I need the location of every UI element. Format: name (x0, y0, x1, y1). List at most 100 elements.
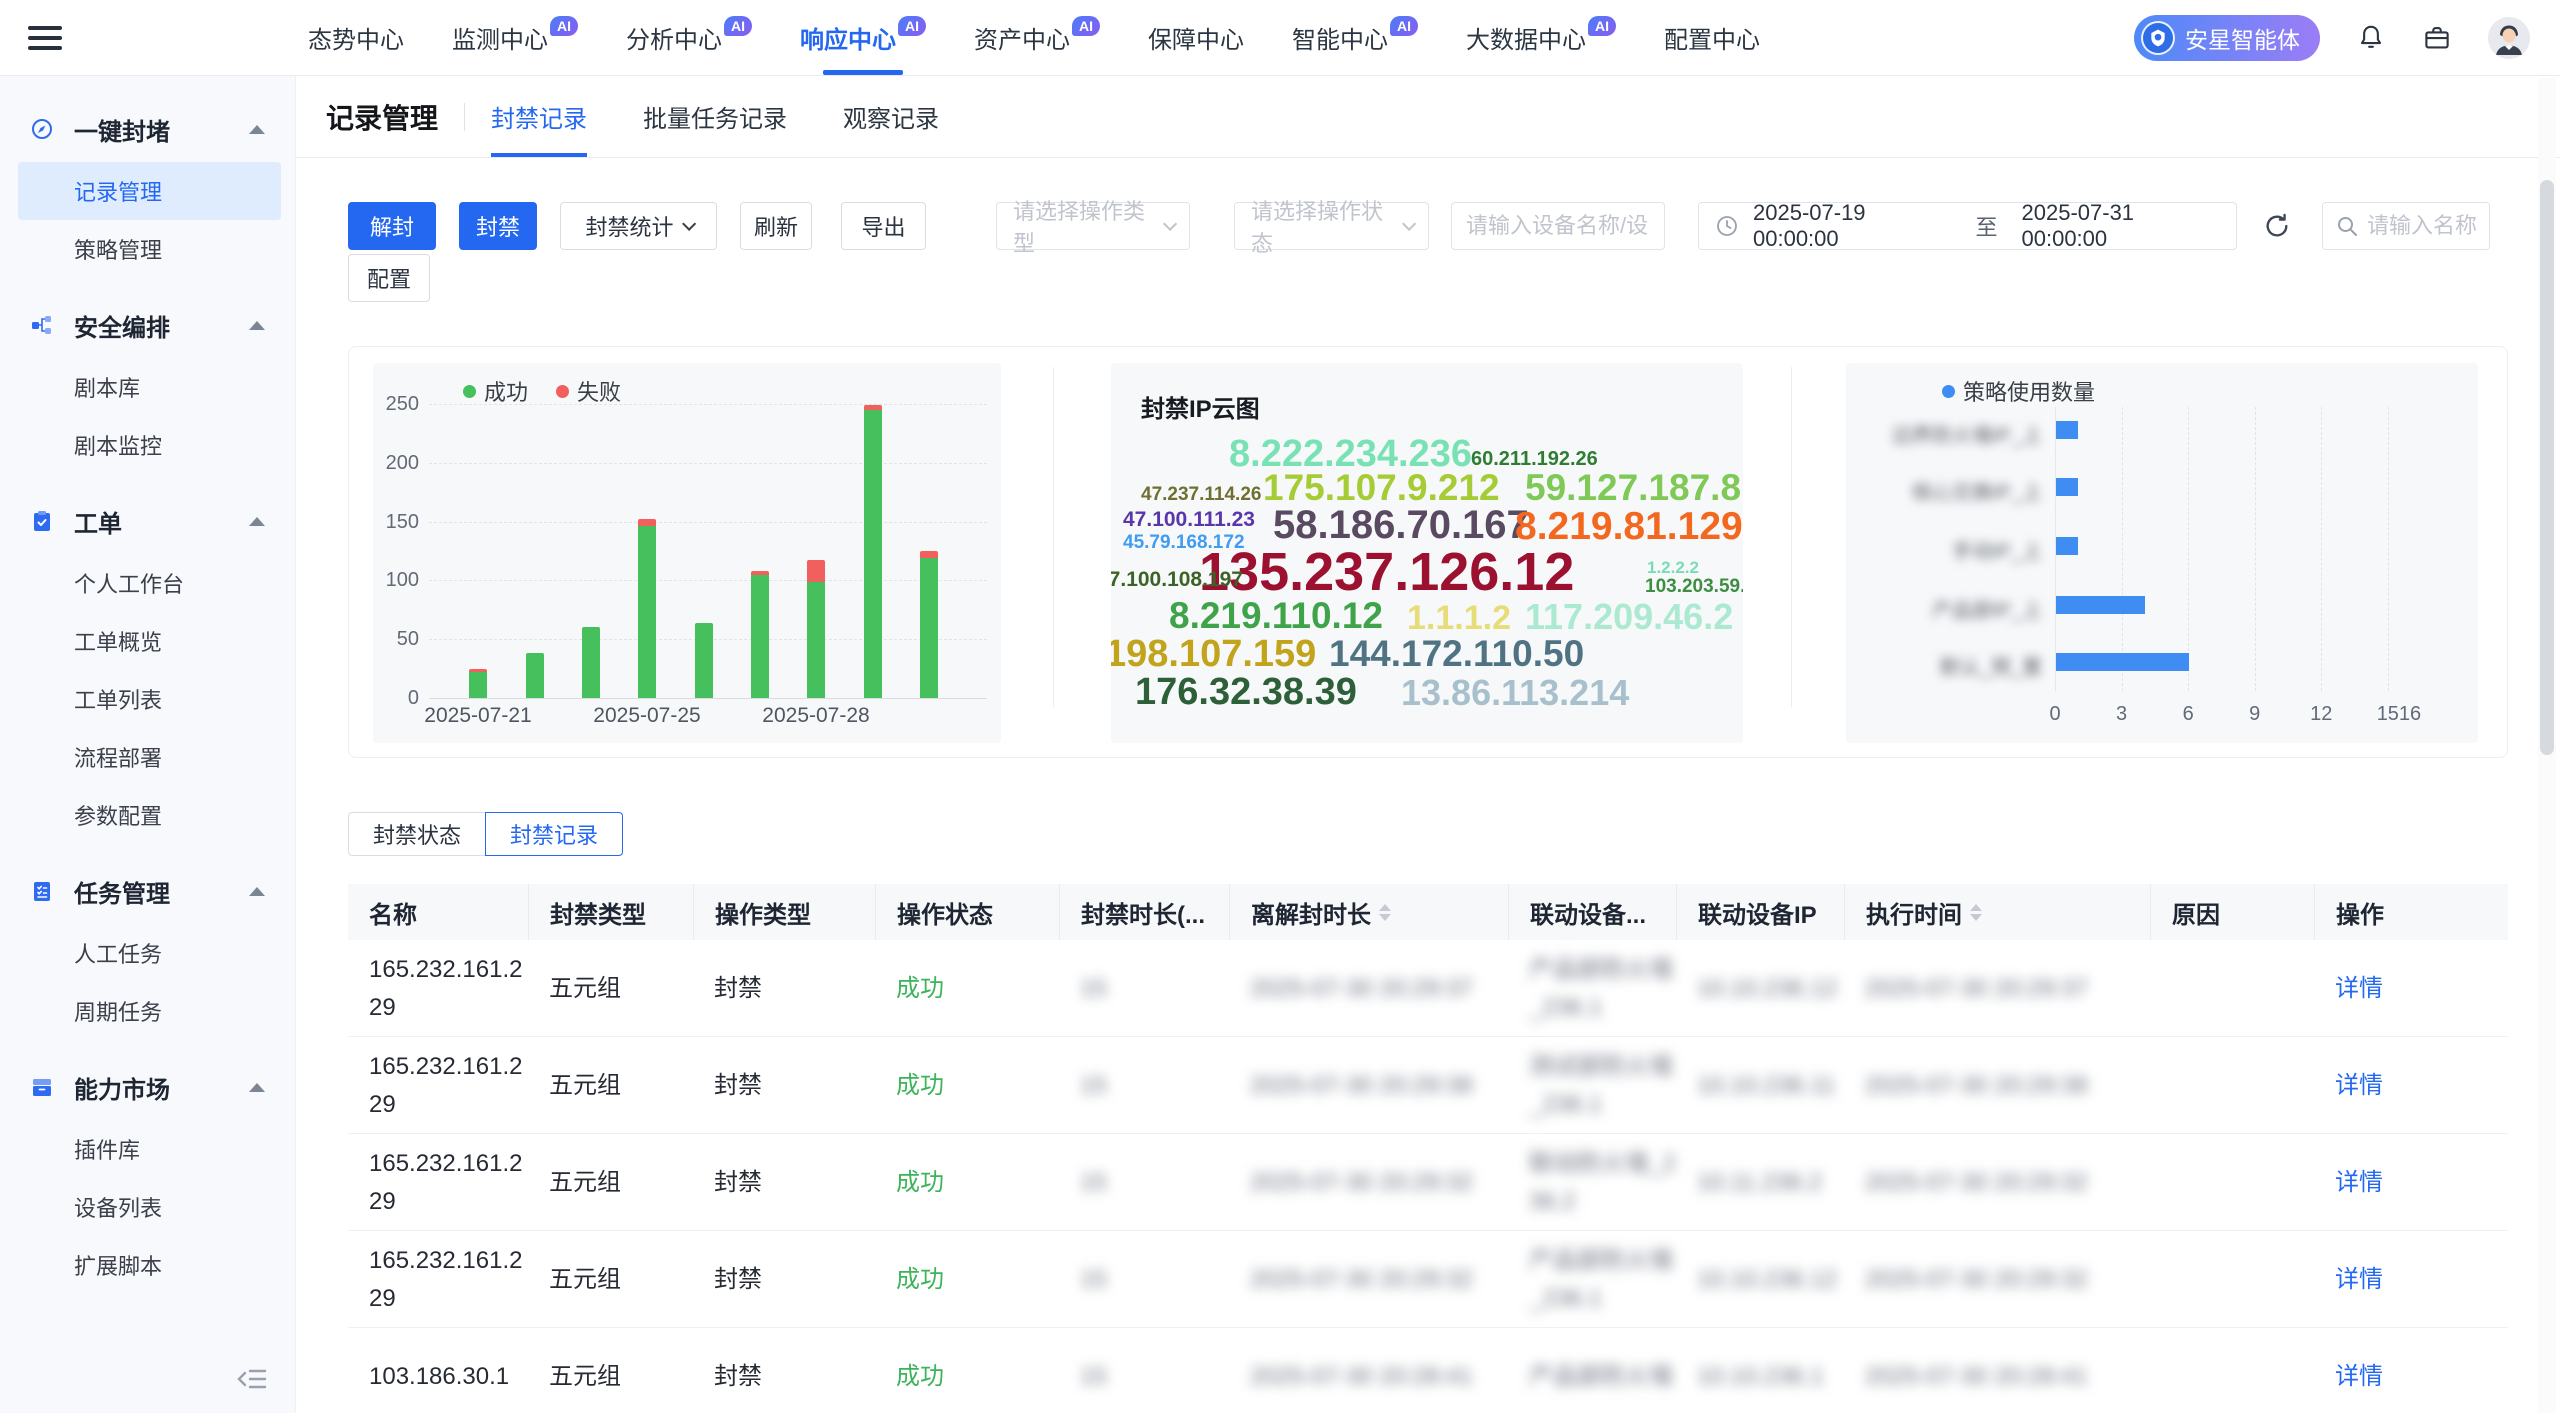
sidebar-item-4-2[interactable]: 扩展脚本 (18, 1236, 281, 1294)
toggle-option-0[interactable]: 封禁状态 (348, 812, 486, 856)
column-header-release_eta[interactable]: 离解封时长 (1229, 884, 1508, 940)
redacted-value: 产品部防火墙 (1529, 1358, 1673, 1395)
sidebar-group-header-1[interactable]: 安全编排 (0, 292, 295, 358)
cell-reason (2150, 1134, 2314, 1231)
gridline (2388, 407, 2389, 691)
sidebar-item-4-0[interactable]: 插件库 (18, 1120, 281, 1178)
compass-icon (30, 117, 54, 141)
nav-item-3[interactable]: 响应中心AI (800, 0, 926, 75)
sidebar-item-2-4[interactable]: 参数配置 (18, 786, 281, 844)
date-start: 2025-07-19 00:00:00 (1753, 200, 1951, 252)
cell-name: 165.232.161.229 (348, 1231, 528, 1328)
x-axis-label: 16 (2390, 703, 2430, 726)
op-status-select[interactable]: 请选择操作状态 (1234, 202, 1429, 250)
nav-item-1[interactable]: 监测中心AI (452, 0, 578, 75)
records-table: 名称封禁类型操作类型操作状态封禁时长(...离解封时长联动设备...联动设备IP… (348, 884, 2508, 1413)
chevron-down-icon (1402, 217, 1416, 231)
nav-item-6[interactable]: 智能中心AI (1292, 0, 1418, 75)
sidebar-item-3-0[interactable]: 人工任务 (18, 924, 281, 982)
sidebar-item-2-1[interactable]: 工单概览 (18, 612, 281, 670)
wordcloud-ip: 8.219.81.129 (1515, 507, 1743, 546)
sidebar-group-header-2[interactable]: 工单 (0, 488, 295, 554)
tab-1[interactable]: 批量任务记录 (643, 76, 787, 157)
cell-name: 165.232.161.229 (348, 1037, 528, 1134)
refresh-button[interactable]: 刷新 (740, 202, 812, 250)
config-button[interactable]: 配置 (348, 254, 430, 302)
nav-item-0[interactable]: 态势中心 (308, 0, 404, 75)
wordcloud-ip: 59.127.187.8 (1525, 469, 1741, 506)
sidebar-group-header-3[interactable]: 任务管理 (0, 858, 295, 924)
bar-success-segment (920, 558, 938, 698)
refresh-icon[interactable] (2263, 212, 2291, 240)
cell-reason (2150, 940, 2314, 1037)
tab-label: 批量任务记录 (643, 99, 787, 134)
sidebar-group-header-4[interactable]: 能力市场 (0, 1054, 295, 1120)
page-header: 记录管理 封禁记录批量任务记录观察记录 (296, 76, 2560, 158)
policy-label-blurred: 产品部IP_上 (1862, 594, 2042, 623)
nav-item-2[interactable]: 分析中心AI (626, 0, 752, 75)
detail-link[interactable]: 详情 (2335, 970, 2383, 1007)
date-separator: 至 (1975, 210, 1997, 242)
sidebar-group-header-0[interactable]: 一键封堵 (0, 96, 295, 162)
cell-op_type: 封禁 (693, 1037, 875, 1134)
column-header-exec_time[interactable]: 执行时间 (1844, 884, 2150, 940)
sidebar-group-title: 一键封堵 (74, 112, 170, 147)
sidebar-item-4-1[interactable]: 设备列表 (18, 1178, 281, 1236)
briefcase-icon[interactable] (2422, 23, 2452, 53)
sidebar-item-1-0[interactable]: 剧本库 (18, 358, 281, 416)
unblock-button[interactable]: 解封 (348, 202, 436, 250)
cell-name: 165.232.161.229 (348, 940, 528, 1037)
sidebar-item-2-3[interactable]: 流程部署 (18, 728, 281, 786)
detail-link[interactable]: 详情 (2335, 1067, 2383, 1104)
clipboard-check-icon (30, 509, 54, 533)
scrollbar-thumb[interactable] (2540, 180, 2554, 755)
bar-success-segment (469, 672, 487, 698)
redacted-value: 测试部防火墙_236.1 (1529, 1048, 1676, 1122)
wordcloud-ip: 175.107.9.212 (1263, 469, 1500, 506)
tab-2[interactable]: 观察记录 (843, 76, 939, 157)
nav-item-7[interactable]: 大数据中心AI (1466, 0, 1616, 75)
detail-link[interactable]: 详情 (2335, 1358, 2383, 1395)
device-name-input[interactable] (1451, 202, 1665, 250)
sidebar-item-0-1[interactable]: 策略管理 (18, 220, 281, 278)
detail-link[interactable]: 详情 (2335, 1261, 2383, 1298)
sidebar-item-2-2[interactable]: 工单列表 (18, 670, 281, 728)
date-range-picker[interactable]: 2025-07-19 00:00:00 至 2025-07-31 00:00:0… (1698, 202, 2237, 250)
sort-icon[interactable] (1970, 904, 1982, 921)
op-type-select[interactable]: 请选择操作类型 (996, 202, 1190, 250)
sidebar-item-3-1[interactable]: 周期任务 (18, 982, 281, 1040)
menu-icon[interactable] (28, 26, 62, 50)
nav-item-4[interactable]: 资产中心AI (974, 0, 1100, 75)
bell-icon[interactable] (2356, 23, 2386, 53)
column-header-device: 联动设备... (1508, 884, 1676, 940)
tab-0[interactable]: 封禁记录 (491, 76, 587, 157)
detail-link[interactable]: 详情 (2335, 1164, 2383, 1201)
column-label: 联动设备... (1530, 895, 1646, 930)
block-button[interactable]: 封禁 (459, 202, 537, 250)
sidebar-collapse-icon[interactable] (237, 1366, 267, 1397)
cell-ban_type: 五元组 (528, 1037, 693, 1134)
x-axis-label: 12 (2301, 703, 2341, 726)
wordcloud-ip: 47.100.111.23 (1123, 509, 1255, 530)
policy-label-blurred: 边界防火墙IP_上 (1862, 419, 2042, 448)
sidebar-item-1-1[interactable]: 剧本监控 (18, 416, 281, 474)
block-stats-button[interactable]: 封禁统计 (560, 202, 717, 250)
agent-badge[interactable]: 安星智能体 (2134, 15, 2320, 61)
sort-icon[interactable] (1379, 904, 1391, 921)
sidebar-item-2-0[interactable]: 个人工作台 (18, 554, 281, 612)
sidebar-item-label: 记录管理 (74, 175, 162, 207)
bar-0 (469, 669, 487, 698)
main: 记录管理 封禁记录批量任务记录观察记录 解封 封禁 封禁统计 刷新 导出 请选择… (296, 76, 2560, 1413)
redacted-value: 15 (1080, 970, 1107, 1007)
search-input[interactable] (2367, 213, 2477, 239)
cell-name: 165.232.161.229 (348, 1134, 528, 1231)
nav-item-8[interactable]: 配置中心 (1664, 0, 1760, 75)
redacted-value: 2025-07-30 20:28:41 (1250, 1358, 1473, 1395)
avatar[interactable] (2488, 17, 2530, 59)
toggle-option-1[interactable]: 封禁记录 (485, 812, 623, 856)
content: 解封 封禁 封禁统计 刷新 导出 请选择操作类型 请选择操作状态 2025-07… (296, 158, 2560, 1413)
nav-item-5[interactable]: 保障中心 (1148, 0, 1244, 75)
collapse-arrow-icon (249, 1083, 265, 1092)
sidebar-item-0-0[interactable]: 记录管理 (18, 162, 281, 220)
export-button[interactable]: 导出 (841, 202, 926, 250)
